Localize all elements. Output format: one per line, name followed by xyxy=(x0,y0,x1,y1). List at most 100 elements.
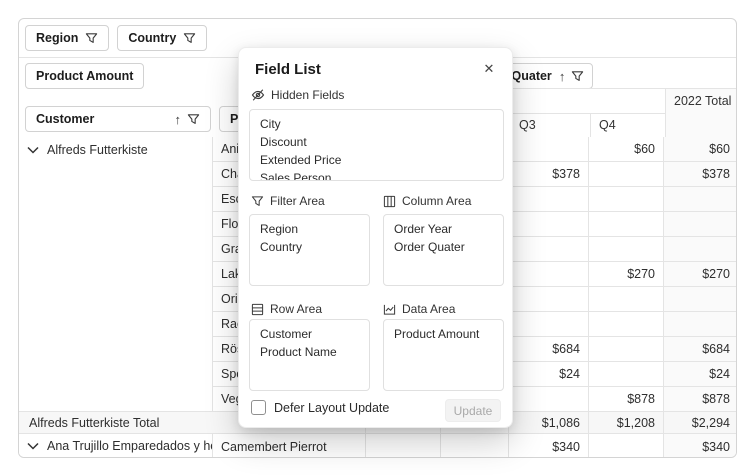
data-cell xyxy=(509,262,589,287)
data-cell xyxy=(366,434,441,457)
sort-up-icon[interactable]: ↑ xyxy=(175,113,182,126)
field-list-item[interactable]: Order Year xyxy=(384,220,503,238)
filter-field-country-label: Country xyxy=(128,31,177,45)
row-area-label: Row Area xyxy=(270,302,323,316)
chevron-down-icon[interactable] xyxy=(27,146,39,154)
row-header-product: Camembert Pierrot xyxy=(213,434,366,457)
funnel-icon[interactable] xyxy=(85,32,98,45)
total-cell xyxy=(664,237,736,262)
row-area-list: Customer Product Name xyxy=(249,319,370,391)
row-area-header: Row Area xyxy=(251,302,322,316)
field-list-item[interactable]: Region xyxy=(250,220,369,238)
column-area-header: Column Area xyxy=(383,194,471,208)
data-cell xyxy=(589,237,664,262)
data-cell xyxy=(589,162,664,187)
field-list-dialog: Field List ✕ Hidden Fields City Discount E… xyxy=(238,47,513,428)
chart-icon xyxy=(383,303,396,316)
defer-layout-update[interactable]: Defer Layout Update xyxy=(251,400,389,415)
data-area-header: Data Area xyxy=(383,302,455,316)
filter-area-label: Filter Area xyxy=(270,194,325,208)
total-cell: $340 xyxy=(664,434,736,457)
defer-checkbox[interactable] xyxy=(251,400,266,415)
total-cell: $378 xyxy=(664,162,736,187)
funnel-icon[interactable] xyxy=(187,113,200,126)
total-cell xyxy=(664,312,736,337)
group-total-cell: $1,208 xyxy=(589,412,664,434)
defer-label: Defer Layout Update xyxy=(274,400,390,415)
data-cell xyxy=(589,362,664,387)
rows-icon xyxy=(251,303,264,316)
data-cell xyxy=(509,187,589,212)
field-list-item[interactable]: Product Name xyxy=(250,343,369,361)
row-group-customer[interactable]: Alfreds Futterkiste xyxy=(19,137,213,412)
total-cell: $270 xyxy=(664,262,736,287)
field-list-item[interactable]: City xyxy=(250,115,503,133)
header-grand-total: 2022 Total xyxy=(665,89,736,138)
data-cell xyxy=(509,237,589,262)
update-button[interactable]: Update xyxy=(445,399,501,422)
field-list-item[interactable]: Product Amount xyxy=(384,325,503,343)
data-field-label: Product Amount xyxy=(36,69,134,83)
total-cell xyxy=(664,187,736,212)
filter-field-country[interactable]: Country xyxy=(117,25,208,51)
data-cell xyxy=(441,434,509,457)
filter-field-region-label: Region xyxy=(36,31,79,45)
field-list-item[interactable]: Extended Price xyxy=(250,151,503,169)
filter-area-list: Region Country xyxy=(249,214,370,286)
data-area-list: Product Amount xyxy=(383,319,504,391)
data-field-product-amount[interactable]: Product Amount xyxy=(25,63,145,89)
data-cell xyxy=(509,137,589,162)
field-list-item[interactable]: Sales Person xyxy=(250,169,503,180)
group-total-cell: $1,086 xyxy=(509,412,589,434)
chevron-down-icon[interactable] xyxy=(27,442,39,450)
funnel-icon[interactable] xyxy=(571,70,584,83)
data-cell xyxy=(589,434,664,457)
total-cell xyxy=(664,287,736,312)
dialog-title: Field List xyxy=(255,61,321,78)
total-cell: $684 xyxy=(664,337,736,362)
data-cell xyxy=(589,337,664,362)
filter-area-header: Filter Area xyxy=(251,194,325,208)
data-area-label: Data Area xyxy=(402,302,456,316)
header-q3: Q3 xyxy=(510,114,590,138)
filter-field-region[interactable]: Region xyxy=(25,25,110,51)
data-cell xyxy=(589,212,664,237)
total-cell xyxy=(664,212,736,237)
group-grand-total-cell: $2,294 xyxy=(664,412,736,434)
data-cell: $24 xyxy=(509,362,589,387)
column-area-list: Order Year Order Quater xyxy=(383,214,504,286)
field-list-item[interactable]: Customer xyxy=(250,325,369,343)
data-cell xyxy=(589,187,664,212)
field-list-item[interactable]: Order Quater xyxy=(384,238,503,256)
data-cell: $878 xyxy=(589,387,664,412)
header-q4: Q4 xyxy=(590,114,665,138)
funnel-icon xyxy=(251,195,264,208)
data-cell xyxy=(589,312,664,337)
data-cell: $60 xyxy=(589,137,664,162)
field-list-item[interactable]: Country xyxy=(250,238,369,256)
data-cell: $378 xyxy=(509,162,589,187)
hidden-fields-icon xyxy=(251,88,265,102)
data-cell xyxy=(509,387,589,412)
data-cell: $340 xyxy=(509,434,589,457)
total-cell: $24 xyxy=(664,362,736,387)
sort-up-icon[interactable]: ↑ xyxy=(559,70,566,83)
total-cell: $878 xyxy=(664,387,736,412)
row-field-customer-label: Customer xyxy=(36,112,95,126)
total-cell: $60 xyxy=(664,137,736,162)
data-cell: $270 xyxy=(589,262,664,287)
data-cell xyxy=(509,212,589,237)
data-cell xyxy=(509,312,589,337)
field-list-item[interactable]: Discount xyxy=(250,133,503,151)
columns-icon xyxy=(383,195,396,208)
column-area-label: Column Area xyxy=(402,194,472,208)
row-group-customer[interactable]: Ana Trujillo Emparedados y helados xyxy=(19,434,213,457)
close-icon[interactable]: ✕ xyxy=(479,59,499,79)
row-field-customer[interactable]: Customer ↑ xyxy=(25,106,211,132)
hidden-fields-header: Hidden Fields xyxy=(251,88,344,102)
data-cell xyxy=(509,287,589,312)
hidden-fields-label: Hidden Fields xyxy=(271,88,345,102)
funnel-icon[interactable] xyxy=(183,32,196,45)
data-cell: $684 xyxy=(509,337,589,362)
data-cell xyxy=(589,287,664,312)
